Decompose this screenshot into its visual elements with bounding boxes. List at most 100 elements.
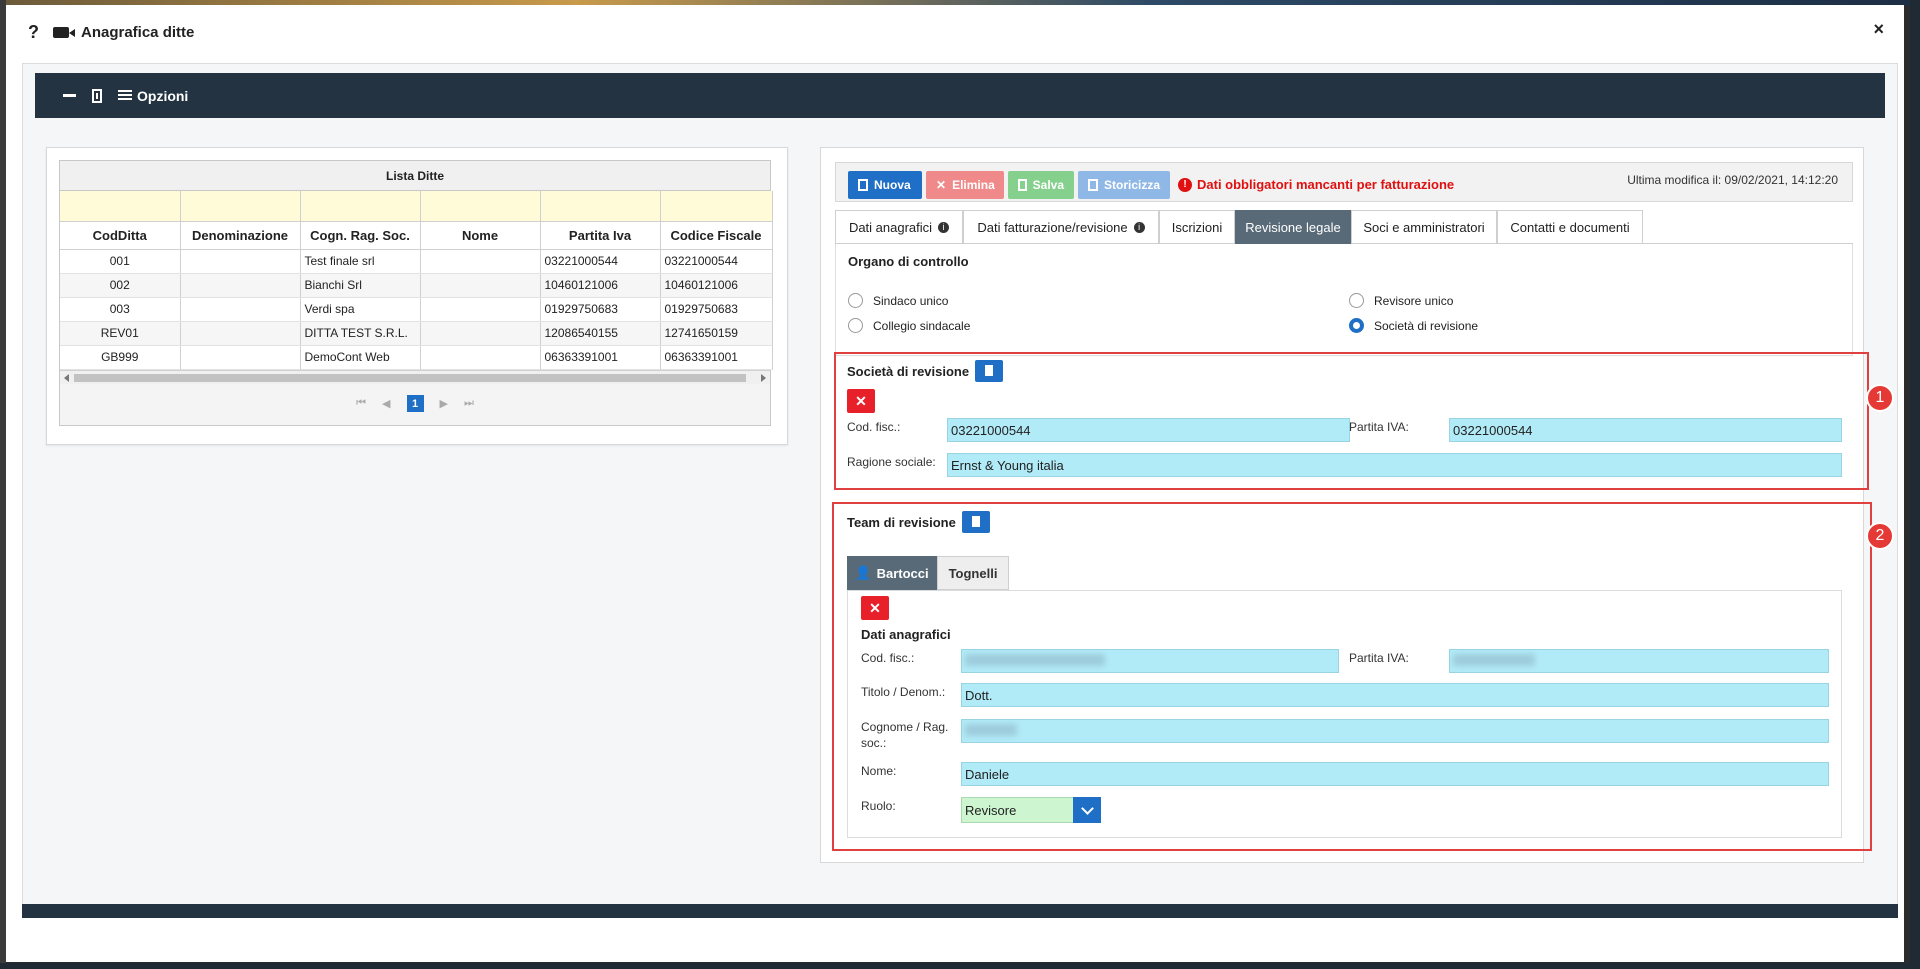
table-cell: 001 <box>60 249 181 274</box>
table-cell: 06363391001 <box>540 345 661 370</box>
table-cell <box>180 249 301 274</box>
tab-revisione-legale[interactable]: Revisione legale <box>1235 210 1351 244</box>
filter-cell[interactable] <box>660 191 773 222</box>
radio-circle[interactable] <box>1349 293 1364 308</box>
next-page-icon[interactable]: ▶ <box>440 397 448 410</box>
scroll-left-icon[interactable] <box>64 373 69 382</box>
window-title: Anagrafica ditte <box>81 23 195 41</box>
table-cell: 03221000544 <box>540 249 661 274</box>
current-page[interactable]: 1 <box>406 395 424 412</box>
filter-row <box>60 191 773 222</box>
missing-data-warning: ! Dati obbligatori mancanti per fatturaz… <box>1178 177 1454 192</box>
filter-cell[interactable] <box>300 191 421 222</box>
column-header[interactable]: Denominazione <box>180 221 301 250</box>
last-page-icon[interactable]: ⏭ <box>464 397 474 410</box>
column-header[interactable]: Nome <box>420 221 541 250</box>
tab-label: Iscrizioni <box>1171 219 1223 235</box>
exclamation-icon: ! <box>1178 177 1192 192</box>
times-icon: ✕ <box>936 178 947 192</box>
delete-button[interactable]: ✕ Elimina <box>926 171 1004 199</box>
tab-label: Contatti e documenti <box>1510 219 1630 235</box>
file-icon <box>858 179 868 191</box>
table-cell: 03221000544 <box>660 249 773 274</box>
tab-contatti-documenti[interactable]: Contatti e documenti <box>1497 210 1643 244</box>
video-camera-icon[interactable] <box>53 26 75 38</box>
tab-soci-amministratori[interactable]: Soci e amministratori <box>1351 210 1497 244</box>
archive-button-label: Storicizza <box>1103 178 1160 192</box>
close-icon[interactable]: × <box>1873 19 1884 40</box>
first-page-icon[interactable]: ⏮ <box>356 397 366 410</box>
detail-panel: Nuova ✕ Elimina Salva Storicizza ! Dati … <box>820 147 1872 863</box>
filter-cell[interactable] <box>540 191 661 222</box>
scrollbar-thumb[interactable] <box>74 373 746 382</box>
table-row[interactable]: 001 Test finale srl 03221000544 03221000… <box>60 249 773 274</box>
scroll-right-icon[interactable] <box>761 373 766 382</box>
table-cell <box>420 249 541 274</box>
column-header[interactable]: Partita Iva <box>540 221 661 250</box>
radio-circle[interactable] <box>848 318 863 333</box>
right-strip <box>1910 0 1920 969</box>
pager: ⏮ ◀ 1 ▶ ⏭ <box>60 384 770 424</box>
highlight-box-2 <box>832 502 1872 851</box>
table-cell <box>420 297 541 322</box>
tab-label: Revisione legale <box>1245 219 1341 235</box>
table-cell: 01929750683 <box>540 297 661 322</box>
warning-text: Dati obbligatori mancanti per fatturazio… <box>1197 177 1455 192</box>
company-list-panel: Lista Ditte CodDitta Denominazione Cogn.… <box>46 147 788 445</box>
modal-header: ? Anagrafica ditte × <box>6 5 1904 59</box>
filter-cell[interactable] <box>60 191 181 222</box>
table-cell: 10460121006 <box>540 273 661 298</box>
radio-circle-selected[interactable] <box>1349 318 1364 333</box>
table-cell: 12741650159 <box>660 321 773 346</box>
table-cell: DITTA TEST S.R.L. <box>300 321 421 346</box>
radio-label: Collegio sindacale <box>873 318 971 333</box>
filter-cell[interactable] <box>420 191 541 222</box>
annotation-badge-1: 1 <box>1866 384 1894 412</box>
table-cell <box>180 321 301 346</box>
tab-iscrizioni[interactable]: Iscrizioni <box>1159 210 1235 244</box>
header-row: CodDitta Denominazione Cogn. Rag. Soc. N… <box>60 221 773 250</box>
table-cell: DemoCont Web <box>300 345 421 370</box>
table-row[interactable]: GB999 DemoCont Web 06363391001 063633910… <box>60 345 773 370</box>
table-cell: 002 <box>60 273 181 298</box>
options-button[interactable]: Opzioni <box>118 88 188 104</box>
annotation-badge-2: 2 <box>1866 522 1894 550</box>
column-header[interactable]: CodDitta <box>60 221 181 250</box>
sliders-icon <box>118 90 132 101</box>
organo-controllo-section: Organo di controllo Sindaco unico Colleg… <box>835 244 1853 356</box>
collapse-icon[interactable] <box>63 94 76 97</box>
save-button-label: Salva <box>1032 178 1064 192</box>
radio-circle[interactable] <box>848 293 863 308</box>
delete-button-label: Elimina <box>952 178 995 192</box>
new-button-label: Nuova <box>874 178 911 192</box>
options-label: Opzioni <box>137 87 189 104</box>
filter-cell[interactable] <box>180 191 301 222</box>
info-icon: i <box>938 221 950 233</box>
help-icon[interactable]: ? <box>28 22 39 43</box>
building-icon[interactable] <box>92 88 102 103</box>
radio-societa-revisione[interactable]: Società di revisione <box>1349 318 1478 333</box>
table-row[interactable]: 003 Verdi spa 01929750683 01929750683 <box>60 297 773 322</box>
options-toolbar: Opzioni <box>35 73 1885 118</box>
table-cell: 06363391001 <box>660 345 773 370</box>
column-header[interactable]: Codice Fiscale <box>660 221 773 250</box>
table-cell <box>180 345 301 370</box>
column-header[interactable]: Cogn. Rag. Soc. <box>300 221 421 250</box>
horizontal-scrollbar[interactable] <box>60 369 770 384</box>
radio-sindaco-unico[interactable]: Sindaco unico <box>848 293 948 308</box>
archive-button[interactable]: Storicizza <box>1078 171 1170 199</box>
radio-label: Revisore unico <box>1374 293 1454 308</box>
save-button[interactable]: Salva <box>1008 171 1074 199</box>
new-button[interactable]: Nuova <box>848 171 922 199</box>
radio-revisore-unico[interactable]: Revisore unico <box>1349 293 1453 308</box>
table-cell: 10460121006 <box>660 273 773 298</box>
tab-dati-fatturazione[interactable]: Dati fatturazione/revisione i <box>963 210 1159 244</box>
tab-bar: Dati anagrafici i Dati fatturazione/revis… <box>835 210 1853 244</box>
table-row[interactable]: REV01 DITTA TEST S.R.L. 12086540155 1274… <box>60 321 773 346</box>
radio-collegio-sindacale[interactable]: Collegio sindacale <box>848 318 970 333</box>
table-row[interactable]: 002 Bianchi Srl 10460121006 10460121006 <box>60 273 773 298</box>
prev-page-icon[interactable]: ◀ <box>382 397 390 410</box>
footer-bar <box>22 904 1898 918</box>
table-cell: REV01 <box>60 321 181 346</box>
tab-dati-anagrafici[interactable]: Dati anagrafici i <box>835 210 963 244</box>
